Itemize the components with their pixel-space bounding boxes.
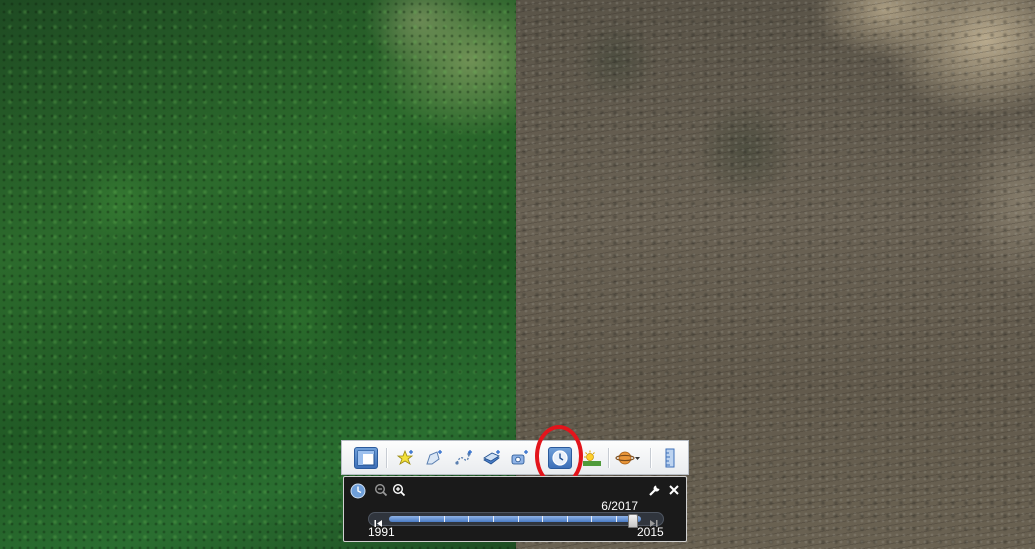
- slider-tick: [542, 516, 543, 522]
- clock-icon: [551, 449, 569, 467]
- ruler-button[interactable]: [658, 447, 682, 469]
- wrench-icon: [648, 483, 662, 502]
- zoom-out-time-button[interactable]: [374, 483, 388, 502]
- add-placemark-button[interactable]: [394, 447, 418, 469]
- add-image-overlay-button[interactable]: [480, 447, 504, 469]
- record-tour-icon: [510, 449, 530, 467]
- toolbar-separator: [650, 448, 652, 468]
- slider-tick: [518, 516, 519, 522]
- start-year-label: 1991: [368, 525, 395, 539]
- sun-icon: [582, 449, 602, 467]
- planet-icon: [615, 449, 641, 467]
- slider-tick: [616, 516, 617, 522]
- switch-planet-button[interactable]: [615, 447, 641, 469]
- toolbar-separator: [608, 448, 610, 468]
- polygon-icon: [424, 449, 444, 467]
- main-toolbar: [341, 440, 689, 475]
- time-clock-button[interactable]: [350, 483, 366, 504]
- sunlight-button[interactable]: [580, 447, 604, 469]
- placemark-icon: [396, 449, 416, 467]
- time-settings-button[interactable]: [648, 483, 662, 502]
- slider-tick: [444, 516, 445, 522]
- image-overlay-icon: [482, 449, 502, 467]
- slider-tick: [567, 516, 568, 522]
- toolbar-separator: [386, 448, 388, 468]
- zoom-out-icon: [374, 483, 388, 502]
- slider-tick: [468, 516, 469, 522]
- time-slider[interactable]: [368, 512, 664, 528]
- sidebar-toggle-button[interactable]: [354, 447, 378, 469]
- historical-imagery-panel: 6/2017 1991 2015: [343, 476, 687, 542]
- toolbar-separator: [538, 448, 540, 468]
- close-time-panel-button[interactable]: [668, 483, 680, 501]
- zoom-in-time-button[interactable]: [392, 483, 406, 502]
- slider-tick: [493, 516, 494, 522]
- historical-imagery-button[interactable]: [548, 447, 572, 469]
- add-polygon-button[interactable]: [422, 447, 446, 469]
- zoom-in-icon: [392, 483, 406, 502]
- ruler-icon: [663, 448, 677, 468]
- record-tour-button[interactable]: [508, 447, 532, 469]
- slider-tick: [419, 516, 420, 522]
- close-icon: [668, 483, 680, 501]
- current-date-label: 6/2017: [601, 499, 638, 513]
- path-icon: [454, 449, 474, 467]
- slider-rail[interactable]: [389, 514, 641, 528]
- add-path-button[interactable]: [452, 447, 476, 469]
- end-year-label: 2015: [637, 525, 664, 539]
- sidebar-icon: [357, 450, 375, 466]
- slider-tick: [591, 516, 592, 522]
- clock-icon: [350, 483, 366, 504]
